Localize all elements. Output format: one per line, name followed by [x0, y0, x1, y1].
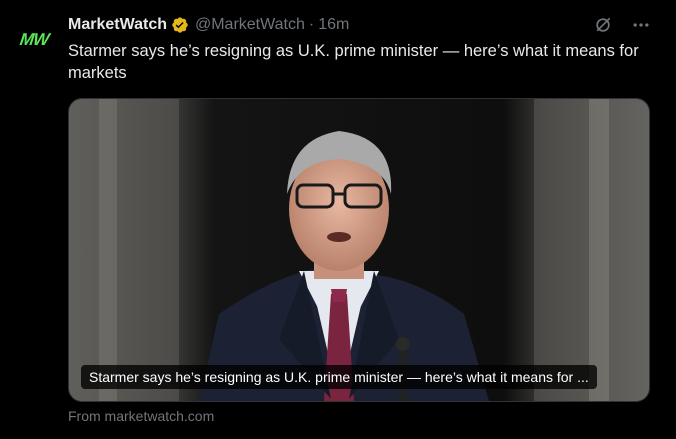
- card-caption: Starmer says he’s resigning as U.K. prim…: [81, 365, 597, 389]
- verified-badge-icon: [172, 17, 188, 33]
- timestamp[interactable]: 16m: [318, 16, 349, 34]
- separator-dot: ·: [308, 16, 315, 33]
- author-name[interactable]: MarketWatch: [68, 16, 167, 34]
- avatar-logo: MW: [18, 30, 50, 49]
- link-card[interactable]: Starmer says he’s resigning as U.K. prim…: [68, 98, 650, 402]
- grok-icon-glyph: [596, 17, 611, 32]
- card-source-link[interactable]: From marketwatch.com: [68, 408, 214, 424]
- avatar[interactable]: MW: [12, 18, 56, 62]
- card-image: [69, 99, 649, 401]
- grok-icon[interactable]: [592, 14, 614, 36]
- more-icon-glyph: [633, 23, 649, 27]
- more-icon[interactable]: [630, 14, 652, 36]
- tweet-header: MarketWatch @MarketWatch · 16m: [68, 14, 349, 36]
- tweet[interactable]: MW MarketWatch @MarketWatch · 16m Starme…: [0, 0, 676, 439]
- tweet-text: Starmer says he’s resigning as U.K. prim…: [68, 42, 639, 82]
- tweet-actions: [592, 14, 652, 36]
- author-handle[interactable]: @MarketWatch: [195, 16, 305, 34]
